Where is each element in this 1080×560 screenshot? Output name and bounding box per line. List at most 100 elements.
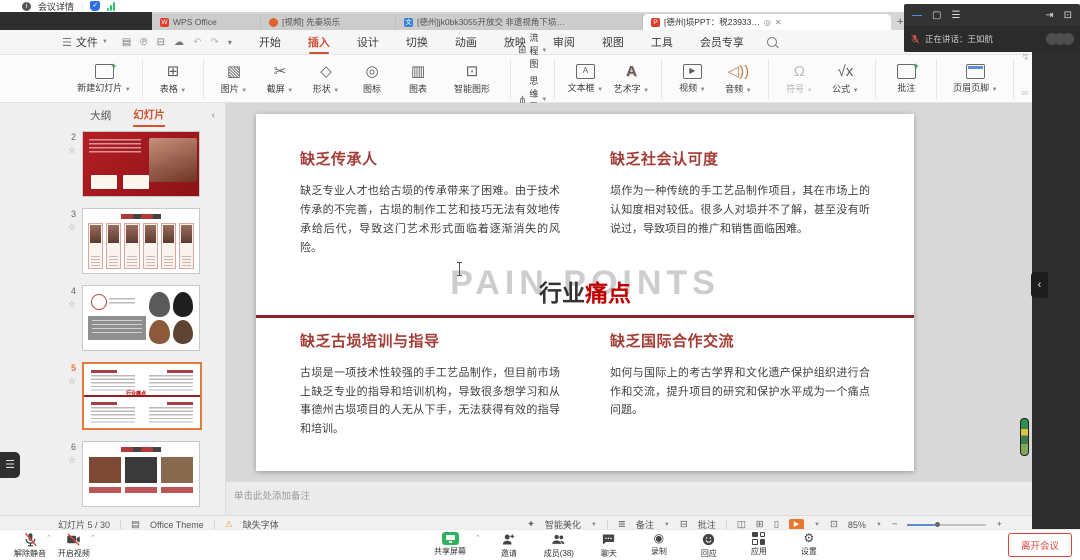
thumbnail-preview[interactable] (82, 208, 200, 274)
tab-ppt-active[interactable]: P [德州]埙PPT：税23933… ◎ ✕ (643, 14, 891, 30)
share-screen-button[interactable]: 共享屏幕 (425, 532, 475, 559)
thumbnail-preview[interactable]: 行业痛点 (82, 362, 202, 430)
list-icon[interactable]: ☰ (951, 10, 960, 21)
slide-thumbnail-4[interactable]: 4☆ (58, 285, 225, 351)
thumbnail-preview[interactable] (82, 441, 200, 507)
cloud-icon[interactable]: ☁ (174, 37, 184, 48)
block-heading: 缺乏古埙培训与指导 (300, 330, 560, 351)
tab-doc[interactable]: 文 [德州]jk0bk3055开放交 非遗视角下埙… (396, 14, 643, 30)
menu-transition[interactable]: 切换 (405, 30, 429, 54)
header-footer-button[interactable]: 页眉页脚 ▼ (944, 64, 1006, 94)
slide-editor[interactable]: 缺乏传承人 缺乏专业人才也给古埙的传承带来了困难。由于技术传承的不完善，古埙的制… (226, 103, 1045, 481)
security-shield-icon[interactable]: ✓ (90, 1, 100, 11)
audio-button[interactable]: ◁)) 音频 ▼ (715, 63, 761, 95)
undo-icon[interactable]: ↶ (193, 37, 201, 48)
slide-thumbnail-2[interactable]: 2☆ (58, 131, 225, 197)
thumbnail-preview[interactable] (82, 285, 200, 351)
pain-block-2[interactable]: 缺乏社会认可度 埙作为一种传统的手工艺品制作项目，其在市场上的认知度相对较低。很… (610, 148, 870, 258)
menu-member[interactable]: 会员专享 (699, 30, 745, 54)
meeting-details-link[interactable]: 会议详情 (38, 0, 74, 13)
slide-canvas[interactable]: 缺乏传承人 缺乏专业人才也给古埙的传承带来了困难。由于技术传承的不完善，古埙的制… (256, 114, 914, 471)
scrollbar-thumb[interactable] (1020, 418, 1029, 456)
tab-video[interactable]: [视频] 先秦埙乐 (261, 14, 396, 30)
star-icon[interactable]: ☆ (68, 222, 76, 233)
chart-button[interactable]: ▥ 图表 (395, 63, 441, 95)
pain-block-1[interactable]: 缺乏传承人 缺乏专业人才也给古埙的传承带来了困难。由于技术传承的不完善，古埙的制… (300, 148, 560, 258)
tab-slides[interactable]: 幻灯片 (133, 104, 165, 127)
invite-button[interactable]: 邀请 (487, 532, 531, 559)
save-icon[interactable]: ▤ (122, 37, 131, 48)
camera-options-caret[interactable]: ⌃ (90, 534, 96, 559)
slide-title[interactable]: 行业痛点 (256, 274, 914, 308)
menu-insert[interactable]: 插入 (307, 30, 331, 54)
image-button[interactable]: ▧ 图片 ▼ (211, 63, 257, 95)
menu-tools[interactable]: 工具 (650, 30, 674, 54)
new-tab-button[interactable]: + (897, 14, 903, 30)
wps-logo-icon: W (160, 18, 169, 27)
react-button[interactable]: 回应 (687, 532, 731, 559)
tab-close-icon[interactable]: ✕ (775, 18, 782, 27)
tab-wps-home[interactable]: W WPS Office (152, 14, 261, 30)
formula-button[interactable]: √x 公式 ▼ (822, 63, 868, 95)
panel-collapse-icon[interactable]: ‹ (212, 110, 215, 121)
fullscreen-icon[interactable]: ⊡ (1064, 10, 1072, 21)
members-button[interactable]: 成员(38) (537, 532, 581, 559)
minimize-icon[interactable]: — (912, 10, 922, 21)
block-heading: 缺乏传承人 (300, 148, 560, 169)
shapes-button[interactable]: ◇ 形状 ▼ (303, 63, 349, 95)
wordart-button[interactable]: A 艺术字 ▼ (608, 63, 654, 95)
star-icon[interactable]: ☆ (68, 299, 76, 310)
menu-home[interactable]: 开始 (258, 30, 282, 54)
notes-area[interactable]: 单击此处添加备注 (226, 481, 1045, 515)
file-menu[interactable]: ☰ 文件 ▼ (62, 34, 108, 50)
gear-icon: ⚙ (803, 532, 814, 545)
zoom-slider[interactable] (907, 522, 986, 527)
apps-button[interactable]: 应用 (737, 532, 781, 559)
share-options-caret[interactable]: ⌃ (475, 534, 481, 559)
settings-button[interactable]: ⚙ 设置 (787, 532, 831, 559)
share-icon[interactable]: ℗ (140, 37, 147, 48)
menu-animation[interactable]: 动画 (454, 30, 478, 54)
panel-expand-button[interactable]: ‹ (1031, 272, 1048, 298)
new-slide-button[interactable]: + 新建幻灯片 ▼ (73, 64, 135, 94)
slide-thumbnail-6[interactable]: 6☆ (58, 441, 225, 507)
tab-menu-icon[interactable]: ◎ (764, 18, 771, 27)
zoom-level[interactable]: 85% (848, 520, 866, 530)
chevron-down-icon[interactable]: ▾ (228, 38, 232, 47)
slide-thumbnail-5-selected[interactable]: 5☆ 行业痛点 (58, 362, 225, 430)
dock-icon[interactable]: ⇥ (1045, 10, 1053, 21)
slide-thumbnail-3[interactable]: 3☆ (58, 208, 225, 274)
icons-button[interactable]: ◎ 图标 (349, 63, 395, 95)
video-button[interactable]: ▶ 视频 ▼ (669, 64, 715, 94)
theme-name[interactable]: Office Theme (150, 520, 204, 530)
search-icon[interactable] (767, 37, 777, 47)
textbox-button[interactable]: A 文本框 ▼ (562, 64, 608, 94)
menu-slideshow[interactable]: 放映 (503, 30, 527, 54)
network-signal-icon[interactable] (107, 2, 115, 11)
star-icon[interactable]: ☆ (68, 376, 76, 387)
chat-button[interactable]: 聊天 (587, 532, 631, 559)
menu-view[interactable]: 视图 (601, 30, 625, 54)
meeting-side-menu-button[interactable]: ☰ (0, 452, 20, 478)
record-button[interactable]: ◉ 录制 (637, 532, 681, 559)
tab-outline[interactable]: 大纲 (90, 105, 111, 126)
star-icon[interactable]: ☆ (68, 145, 76, 156)
smartart-button[interactable]: ⊡ 智能图形 (441, 63, 503, 95)
table-button[interactable]: ⊞ 表格 ▼ (150, 63, 196, 95)
restore-icon[interactable]: ▢ (932, 10, 941, 21)
pain-block-4[interactable]: 缺乏国际合作交流 如何与国际上的考古学界和文化遗产保护组织进行合作和交流，提升项… (610, 330, 870, 440)
comment-icon: + (897, 64, 916, 79)
menu-review[interactable]: 审阅 (552, 30, 576, 54)
print-icon[interactable]: ⊟ (157, 37, 165, 48)
text-cursor (456, 262, 463, 276)
leave-meeting-button[interactable]: 离开会议 (1008, 533, 1072, 557)
menu-design[interactable]: 设计 (356, 30, 380, 54)
shapes-icon: ◇ (320, 63, 332, 80)
thumbnail-preview[interactable] (82, 131, 200, 197)
comment-button[interactable]: + 批注 (883, 64, 929, 94)
screenshot-button[interactable]: ✂ 截屏 ▼ (257, 63, 303, 95)
image-icon: ▧ (227, 63, 241, 80)
redo-icon[interactable]: ↷ (210, 37, 218, 48)
pain-block-3[interactable]: 缺乏古埙培训与指导 古埙是一项技术性较强的手工艺品制作，但目前市场上缺乏专业的指… (300, 330, 560, 440)
star-icon[interactable]: ☆ (68, 455, 76, 466)
